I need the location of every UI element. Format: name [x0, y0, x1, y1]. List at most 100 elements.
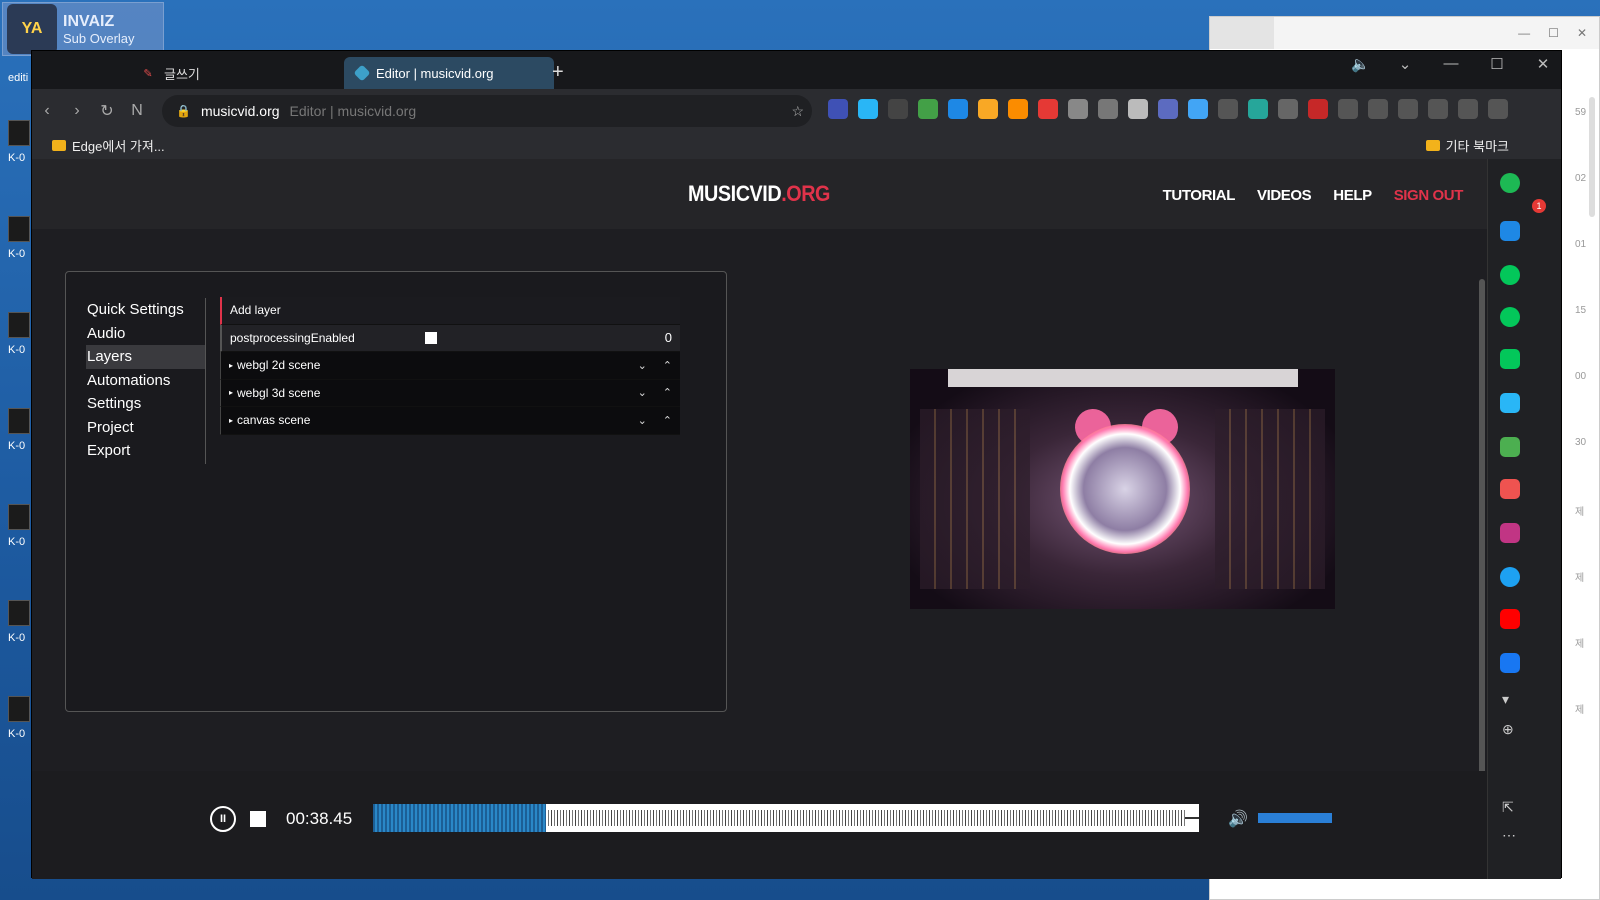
sidebar-app-icon[interactable]	[1500, 173, 1520, 193]
close-icon[interactable]: ✕	[1535, 55, 1551, 73]
expand-arrow-icon[interactable]: ▸	[229, 388, 233, 397]
bookmark-other[interactable]: 기타 북마크	[1425, 136, 1509, 155]
bg-window-tab	[1210, 17, 1274, 49]
back-icon[interactable]: ‹	[32, 102, 62, 120]
download-icon[interactable]	[1338, 99, 1358, 119]
nav-videos[interactable]: VIDEOS	[1257, 187, 1312, 204]
extension-icon[interactable]	[828, 99, 848, 119]
new-tab-button[interactable]: +	[552, 61, 564, 84]
menu-settings[interactable]: Settings	[86, 392, 205, 416]
extension-icon[interactable]	[948, 99, 968, 119]
menu-project[interactable]: Project	[86, 416, 205, 440]
expand-arrow-icon[interactable]: ▸	[229, 361, 233, 370]
stop-button[interactable]	[250, 811, 266, 827]
more-icon[interactable]: ⋯	[1502, 827, 1516, 844]
extension-icon[interactable]	[1128, 99, 1148, 119]
expand-arrow-icon[interactable]: ▸	[229, 416, 233, 425]
site-logo[interactable]: MUSICVID.ORG	[688, 181, 830, 207]
extension-icon[interactable]	[1218, 99, 1238, 119]
extension-icon[interactable]	[1038, 99, 1058, 119]
move-up-icon[interactable]: ⌃	[663, 386, 672, 399]
forward-icon[interactable]: ›	[62, 102, 92, 120]
move-down-icon[interactable]: ⌄	[638, 386, 647, 399]
move-down-icon[interactable]: ⌄	[638, 359, 647, 372]
tab-editor[interactable]: Editor | musicvid.org	[344, 57, 554, 89]
youtube-icon[interactable]	[1500, 609, 1520, 629]
volume-slider[interactable]	[1258, 813, 1332, 823]
layer-row[interactable]: ▸ webgl 3d scene ⌄ ⌃	[220, 379, 680, 407]
more-icon[interactable]	[1488, 99, 1508, 119]
nav-tutorial[interactable]: TUTORIAL	[1163, 187, 1236, 204]
facebook-icon[interactable]	[1500, 653, 1520, 673]
tab-write[interactable]: ✎ 글쓰기	[128, 57, 368, 89]
screenshot-icon[interactable]	[1398, 99, 1418, 119]
sidebar-app-icon[interactable]	[1500, 221, 1520, 241]
maximize-icon[interactable]: ☐	[1548, 26, 1559, 40]
address-bar[interactable]: 🔒 musicvid.org Editor | musicvid.org ☆	[162, 95, 812, 127]
extension-icon[interactable]	[1188, 99, 1208, 119]
instagram-icon[interactable]	[1500, 523, 1520, 543]
minimize-icon[interactable]: —	[1518, 26, 1530, 40]
speaker-icon[interactable]: 🔈	[1351, 55, 1370, 73]
sidebar-app-icon[interactable]	[1500, 437, 1520, 457]
sidebar-app-icon[interactable]	[1500, 307, 1520, 327]
nav-help[interactable]: HELP	[1333, 187, 1372, 204]
sidebar-app-icon[interactable]	[1500, 265, 1520, 285]
move-down-icon[interactable]: ⌄	[638, 414, 647, 427]
extension-icon[interactable]	[1098, 99, 1118, 119]
layer-row[interactable]: ▸ canvas scene ⌄ ⌃	[220, 407, 680, 435]
minimize-icon[interactable]: —	[1443, 55, 1459, 73]
extension-icon[interactable]	[918, 99, 938, 119]
chevron-down-icon[interactable]: ▾	[1502, 691, 1509, 708]
twitter-icon[interactable]	[1500, 567, 1520, 587]
video-preview[interactable]	[910, 369, 1335, 609]
sidebar-app-icon[interactable]	[1500, 349, 1520, 369]
bg-window-side-numbers: 59 02 01 15 00 30 제 제 제 제	[1575, 107, 1587, 716]
extension-icon[interactable]	[1158, 99, 1178, 119]
volume-icon[interactable]: 🔊	[1228, 809, 1248, 829]
menu-layers[interactable]: Layers	[86, 345, 205, 369]
pause-button[interactable]: II	[210, 806, 236, 832]
minus-icon[interactable]	[1458, 99, 1478, 119]
waveform-seekbar[interactable]	[373, 804, 1199, 832]
close-icon[interactable]: ✕	[1577, 26, 1587, 40]
bookmark-star-icon[interactable]: ☆	[791, 103, 804, 120]
extension-icon[interactable]	[1068, 99, 1088, 119]
notification-badge: 1	[1532, 199, 1546, 213]
extension-icon[interactable]	[1308, 99, 1328, 119]
tab-label: Editor | musicvid.org	[376, 65, 494, 81]
sign-out-link[interactable]: SIGN OUT	[1394, 187, 1464, 204]
open-external-icon[interactable]: ⇱	[1502, 799, 1514, 816]
extension-icon[interactable]	[1248, 99, 1268, 119]
maximize-icon[interactable]: ☐	[1489, 55, 1505, 73]
menu-audio[interactable]: Audio	[86, 322, 205, 346]
extension-icon[interactable]	[858, 99, 878, 119]
layer-row[interactable]: ▸ webgl 2d scene ⌄ ⌃	[220, 352, 680, 380]
extension-icon[interactable]	[1368, 99, 1388, 119]
extension-icon[interactable]	[978, 99, 998, 119]
naver-icon[interactable]: N	[122, 102, 152, 120]
chevron-down-icon[interactable]: ⌄	[1397, 55, 1413, 73]
bookmark-imported[interactable]: Edge에서 가져...	[52, 136, 165, 155]
postprocessing-row: postprocessingEnabled 0	[220, 324, 680, 352]
file-icon	[8, 504, 30, 530]
menu-quick-settings[interactable]: Quick Settings	[86, 298, 205, 322]
extension-icon[interactable]	[888, 99, 908, 119]
reload-icon[interactable]: ↻	[92, 101, 122, 121]
move-up-icon[interactable]: ⌃	[663, 359, 672, 372]
sidebar-icon[interactable]	[1428, 99, 1448, 119]
menu-export[interactable]: Export	[86, 439, 205, 463]
postprocessing-label: postprocessingEnabled	[230, 330, 355, 345]
invaiz-overlay[interactable]: YA INVAIZ Sub Overlay	[2, 2, 164, 56]
add-icon[interactable]: ⊕	[1502, 721, 1514, 738]
puzzle-icon[interactable]	[1278, 99, 1298, 119]
pocket-icon[interactable]	[1500, 479, 1520, 499]
player-controls: II 00:38.45	[210, 806, 352, 832]
postprocessing-checkbox[interactable]	[424, 331, 437, 344]
add-layer-button[interactable]: Add layer	[220, 297, 680, 325]
sidebar-app-icon[interactable]	[1500, 393, 1520, 413]
menu-automations[interactable]: Automations	[86, 369, 205, 393]
extension-icon[interactable]	[1008, 99, 1028, 119]
invaiz-logo: YA	[7, 4, 57, 54]
move-up-icon[interactable]: ⌃	[663, 414, 672, 427]
